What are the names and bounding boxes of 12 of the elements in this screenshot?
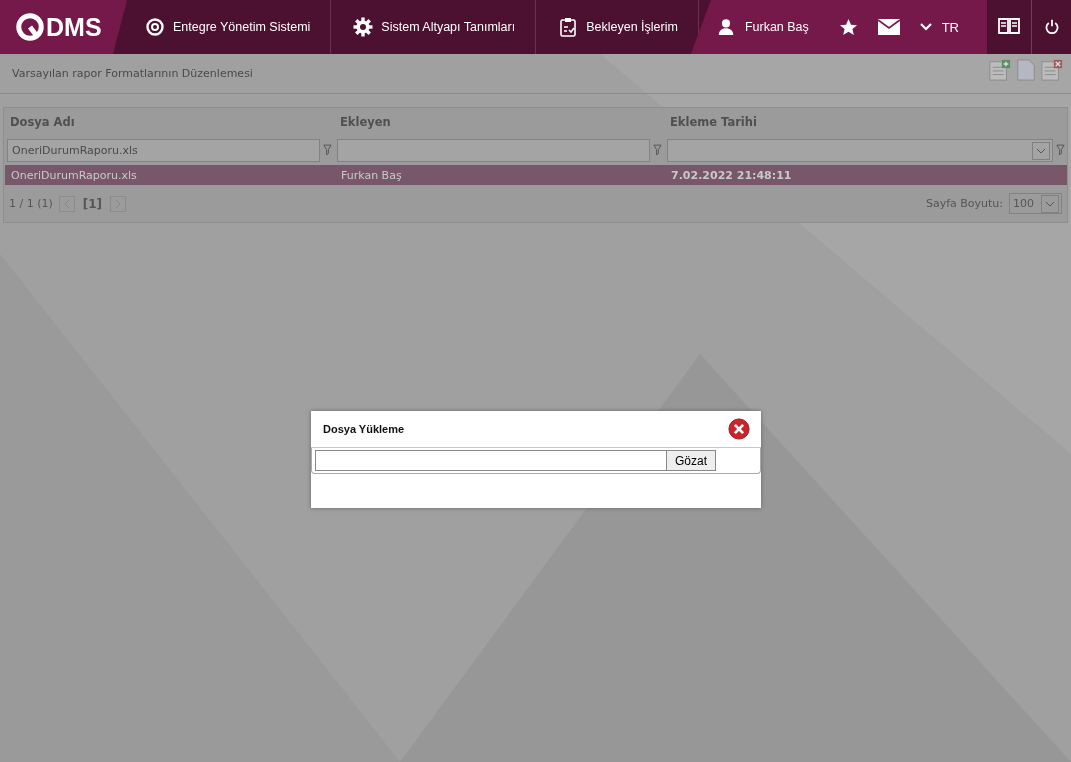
table-cell-text: 7.02.2022 21:48:11 — [670, 168, 793, 182]
table-cell-text: Furkan Baş — [340, 168, 403, 182]
table-row[interactable]: OneriDurumRaporu.xls Furkan Baş 7.02.2022 21:48:11 — [5, 165, 1067, 185]
browse-button[interactable]: Gözat — [666, 450, 716, 471]
filter-field[interactable]: OneriDurumRaporu.xls — [7, 139, 320, 162]
language-selector[interactable]: TR — [919, 19, 959, 35]
dialog-title: Dosya Yükleme — [323, 423, 405, 435]
panel-title: Varsayılan rapor Formatlarının Düzenlemesi — [11, 67, 253, 80]
table-cell-text: OneriDurumRaporu.xls — [10, 168, 138, 182]
page-size-label: Sayfa Boyutu: — [925, 197, 1003, 210]
user-menu[interactable]: Furkan Baş — [716, 18, 809, 36]
page-summary: 1 / 1 (1) — [9, 197, 53, 210]
